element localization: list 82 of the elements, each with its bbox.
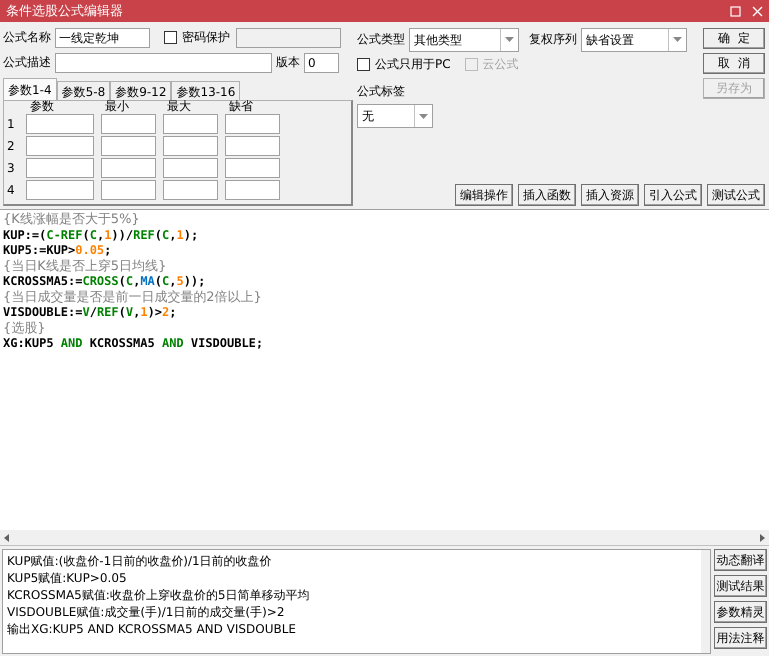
parameter-field[interactable]: [163, 158, 218, 178]
parameter-field[interactable]: [26, 136, 94, 156]
dialog-button[interactable]: 取 消: [703, 53, 765, 74]
password-field[interactable]: [236, 28, 341, 48]
column-header: 参数: [29, 100, 55, 113]
dropdown-arrow-icon[interactable]: [505, 37, 514, 42]
parameter-field[interactable]: [101, 136, 156, 156]
column-header: 最大: [166, 100, 192, 113]
maximize-icon[interactable]: [730, 6, 741, 16]
panel-button[interactable]: 参数精灵: [714, 601, 767, 623]
checkbox-label: 密码保护: [182, 29, 230, 46]
code-comment: {当日K线是否上穿5日均线}: [3, 258, 168, 274]
column-header: 最小: [104, 100, 130, 113]
code-line: XG:KUP5 AND KCROSSMA5 AND VISDOUBLE;: [3, 336, 264, 352]
horizontal-scrollbar[interactable]: [0, 530, 769, 545]
scroll-left-icon[interactable]: [4, 534, 10, 542]
field-label: 公式名称: [3, 29, 51, 46]
checkbox[interactable]: [164, 31, 177, 44]
checkbox-label: 公式只用于PC: [375, 56, 451, 73]
formula-type-dropdown[interactable]: 其他类型: [409, 28, 519, 52]
vertical-scrollbar[interactable]: [701, 550, 710, 653]
field-label: 公式标签: [357, 83, 406, 100]
field-label: 版本: [276, 54, 300, 71]
scroll-right-icon[interactable]: [759, 534, 765, 542]
parameter-field[interactable]: [26, 180, 94, 200]
parameter-field[interactable]: [163, 180, 218, 200]
parameter-field[interactable]: [101, 114, 156, 134]
version-field[interactable]: 0: [304, 52, 339, 72]
parameter-field[interactable]: [101, 180, 156, 200]
translation-line: 输出XG:KUP5 AND KCROSSMA5 AND VISDOUBLE: [7, 621, 298, 638]
window-title: 条件选股公式编辑器: [6, 3, 123, 20]
tab[interactable]: 参数1-4: [3, 78, 57, 100]
parameter-field[interactable]: [26, 114, 94, 134]
close-icon[interactable]: [752, 6, 763, 16]
parameter-field[interactable]: [163, 114, 218, 134]
field-label: 公式描述: [3, 54, 51, 71]
translation-line: KUP5赋值:KUP>0.05: [7, 570, 128, 587]
code-comment: {选股}: [3, 320, 47, 336]
parameter-field[interactable]: [225, 158, 280, 178]
row-number: 2: [7, 138, 16, 155]
parameter-field[interactable]: [225, 180, 280, 200]
description-field[interactable]: [55, 52, 272, 72]
tab[interactable]: 参数9-12: [110, 81, 172, 100]
translation-line: KUP赋值:(收盘价-1日前的收盘价)/1日前的收盘价: [7, 553, 273, 570]
action-button[interactable]: 插入函数: [518, 184, 576, 206]
column-header: 缺省: [228, 100, 254, 113]
checkbox[interactable]: [357, 58, 370, 71]
code-line: KCROSSMA5:=CROSS(C,MA(C,5));: [3, 274, 206, 290]
action-button[interactable]: 编辑操作: [455, 184, 513, 206]
name-field[interactable]: 一线定乾坤: [55, 28, 150, 48]
translation-line: KCROSSMA5赋值:收盘价上穿收盘价的5日简单移动平均: [7, 587, 310, 604]
code-line: KUP5:=KUP>0.05;: [3, 243, 112, 258]
tab[interactable]: 参数13-16: [171, 81, 240, 100]
parameter-field[interactable]: [163, 136, 218, 156]
row-number: 1: [7, 116, 16, 133]
formula-tag-dropdown[interactable]: 无: [357, 104, 433, 128]
checkbox-label: 云公式: [482, 56, 519, 73]
field-label: 复权序列: [529, 31, 577, 48]
panel-button[interactable]: 用法注释: [714, 627, 767, 649]
code-line: KUP:=(C-REF(C,1))/REF(C,1);: [3, 228, 200, 243]
action-button[interactable]: 测试公式: [707, 184, 765, 206]
parameter-field[interactable]: [26, 158, 94, 178]
translation-line: VISDOUBLE赋值:成交量(手)/1日前的成交量(手)>2: [7, 604, 286, 621]
row-number: 3: [7, 160, 16, 177]
dropdown-arrow-icon[interactable]: [673, 37, 682, 42]
action-button[interactable]: 引入公式: [644, 184, 702, 206]
code-line: VISDOUBLE:=V/REF(V,1)>2;: [3, 305, 178, 320]
code-editor[interactable]: {K线涨幅是否大于5%} KUP:=(C-REF(C,1))/REF(C,1); KUP5:=KUP>0.05; {当日K线是否上穿5日均线} KCROSSMA5:=CROSS(C,MA(C,5)); {当日成交量是否是前一日成交量的2倍以上} VISDOUBLE:=V/REF(V,1)>2; {选股} XG:KUP5 AND KCROSSMA5 AND VISDOUBLE;: [0, 209, 769, 545]
panel-button[interactable]: 测试结果: [714, 575, 767, 597]
parameter-field[interactable]: [225, 114, 280, 134]
tab[interactable]: 参数5-8: [56, 81, 110, 100]
parameter-field[interactable]: [101, 158, 156, 178]
action-button[interactable]: 插入资源: [581, 184, 639, 206]
parameter-field[interactable]: [225, 136, 280, 156]
dialog-button[interactable]: 确 定: [703, 28, 765, 49]
field-label: 公式类型: [357, 31, 405, 48]
dropdown-arrow-icon[interactable]: [419, 114, 428, 118]
code-comment: {K线涨幅是否大于5%}: [3, 212, 141, 228]
adjust-dropdown[interactable]: 缺省设置: [581, 28, 687, 52]
row-number: 4: [7, 182, 16, 199]
panel-button[interactable]: 动态翻译: [714, 549, 767, 571]
code-comment: {当日成交量是否是前一日成交量的2倍以上}: [3, 290, 263, 305]
